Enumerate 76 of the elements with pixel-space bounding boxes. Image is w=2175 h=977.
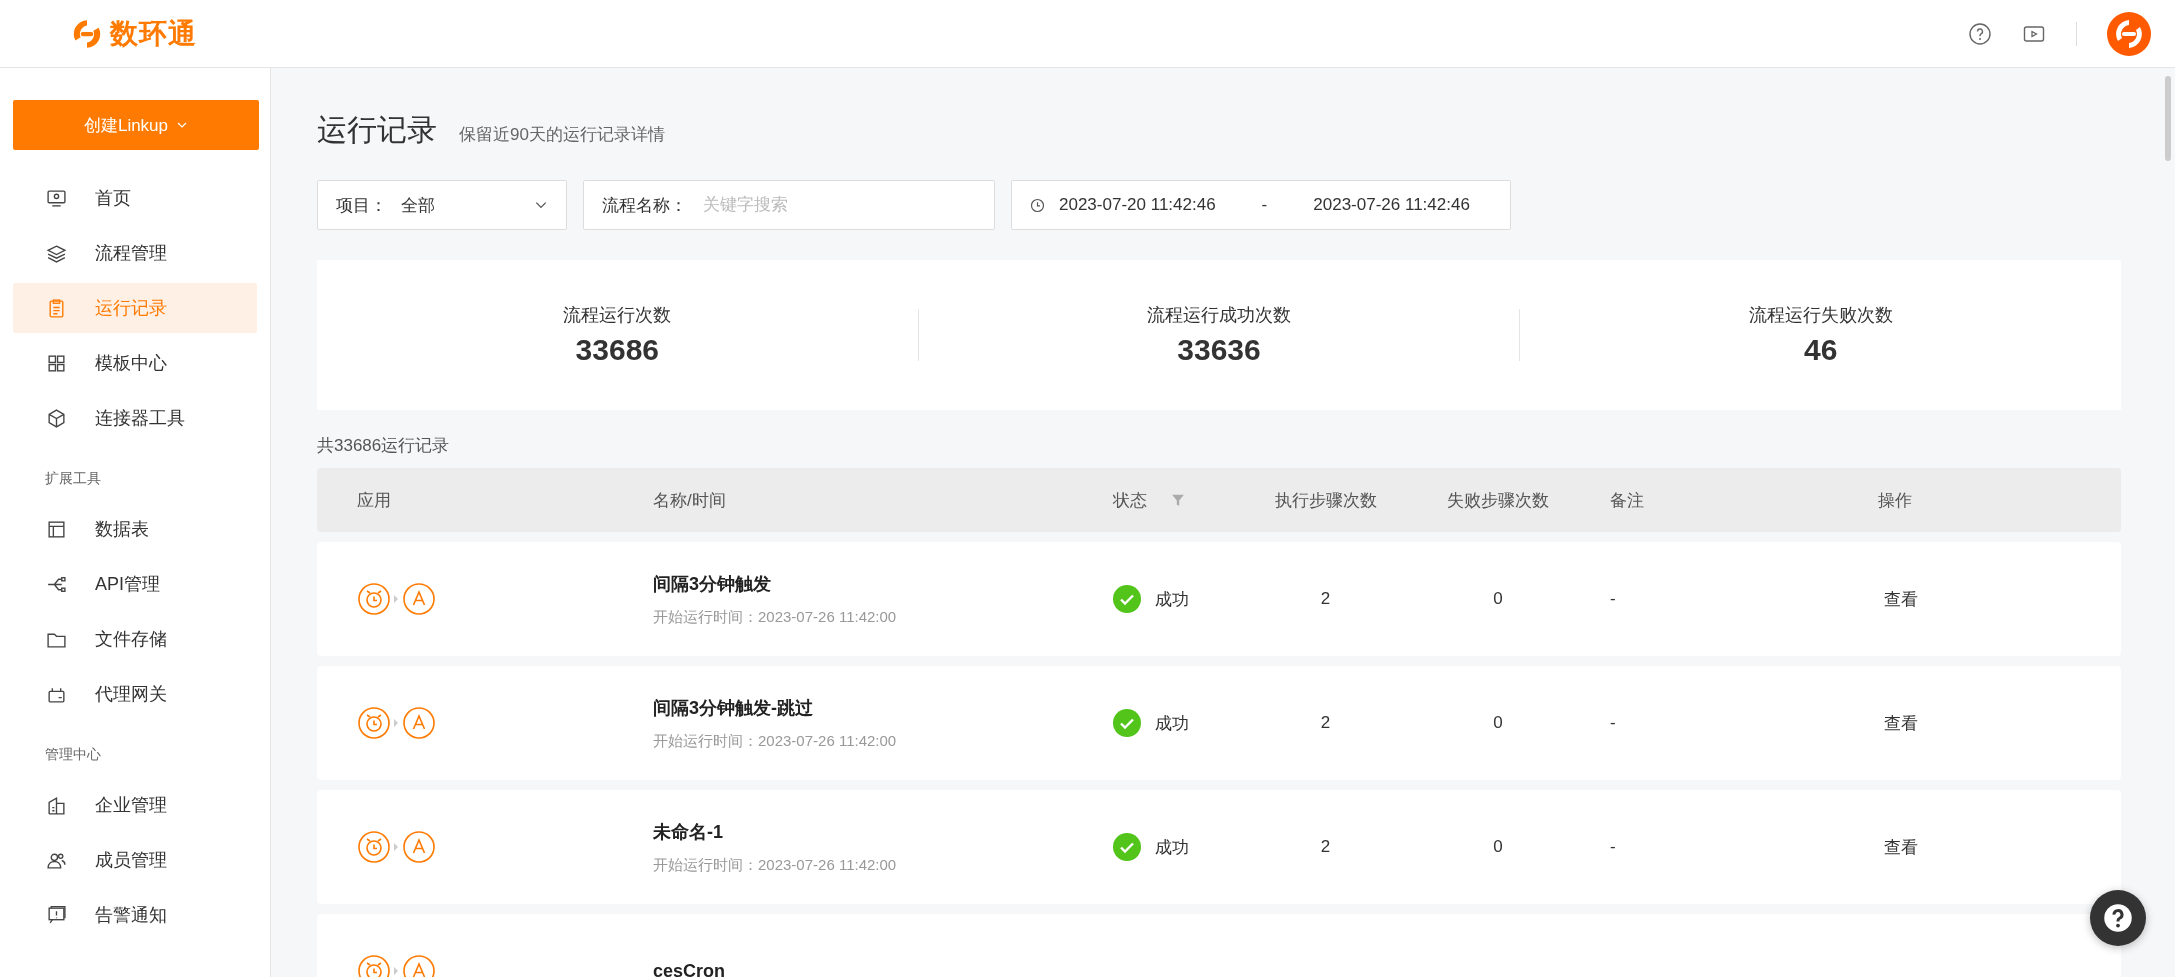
page-title: 运行记录 xyxy=(317,112,437,148)
flow-name: cesCron xyxy=(653,960,726,977)
stat-label: 流程运行成功次数 xyxy=(1147,304,1291,327)
help-button[interactable] xyxy=(2090,890,2146,946)
app-flow-icon xyxy=(357,829,437,865)
alert-message-icon xyxy=(46,904,67,926)
page-subtitle: 保留近90天的运行记录详情 xyxy=(459,124,665,146)
table-cell: 0 xyxy=(1493,589,1503,609)
help-icon[interactable] xyxy=(1968,21,1992,46)
column-header: 失败步骤次数 xyxy=(1447,489,1549,512)
app-flow-icon xyxy=(357,581,437,617)
search-field[interactable]: 流程名称： 关键字搜索 xyxy=(583,180,995,230)
sidebar-item[interactable]: 成员管理 xyxy=(13,835,257,885)
sidebar-item[interactable]: 文件存储 xyxy=(13,614,257,664)
flow-name: 未命名-1 xyxy=(653,820,723,844)
start-time: 开始运行时间：2023-07-26 11:42:00 xyxy=(653,855,897,875)
section-title: 管理中心 xyxy=(44,745,102,764)
table-icon xyxy=(46,518,67,540)
column-header: 操作 xyxy=(1878,489,1912,512)
column-header: 名称/时间 xyxy=(653,489,726,512)
stat-label: 流程运行失败次数 xyxy=(1748,304,1893,327)
building-icon xyxy=(46,794,67,816)
table-row[interactable]: cesCron xyxy=(317,914,2121,977)
view-link[interactable]: 查看 xyxy=(1884,711,1918,735)
sidebar-item[interactable]: 模板中心 xyxy=(13,338,257,388)
stat-value: 33636 xyxy=(1177,333,1261,367)
sidebar-item[interactable]: 代理网关 xyxy=(13,669,257,719)
sidebar-item[interactable]: 首页 xyxy=(13,173,257,223)
table-cell: 2 xyxy=(1320,837,1331,857)
field-label: 流程名称： xyxy=(602,194,687,217)
section-title: 扩展工具 xyxy=(44,469,102,488)
status-text: 成功 xyxy=(1155,836,1189,859)
stat-label: 流程运行次数 xyxy=(563,304,672,327)
flow-name: 间隔3分钟触发 xyxy=(653,572,771,596)
date-range-picker[interactable]: 2023-07-20 11:42:46 - 2023-07-26 11:42:46 xyxy=(1011,180,1511,230)
view-link[interactable]: 查看 xyxy=(1884,835,1918,859)
record-count: 共33686运行记录 xyxy=(317,435,451,457)
table-cell: 0 xyxy=(1493,837,1503,857)
monitor-icon xyxy=(46,187,67,209)
view-link[interactable]: 查看 xyxy=(1884,587,1918,611)
column-header: 应用 xyxy=(357,489,391,512)
cube-icon xyxy=(46,407,67,429)
table-row[interactable]: 间隔3分钟触发 开始运行时间：2023-07-26 11:42:00 成功 2 0 - 查看 xyxy=(317,542,2121,656)
sidebar-item[interactable]: 告警通知 xyxy=(13,890,257,940)
sidebar-item[interactable]: API管理 xyxy=(13,559,257,609)
sidebar-item[interactable]: 数据表 xyxy=(13,504,257,554)
app-flow-icon xyxy=(357,705,437,741)
layers-icon xyxy=(46,242,67,264)
table-cell: - xyxy=(1610,713,1616,733)
start-time: 开始运行时间：2023-07-26 11:42:00 xyxy=(653,607,897,627)
flow-name: 间隔3分钟触发-跳过 xyxy=(653,696,813,720)
sidebar-item[interactable]: 流程管理 xyxy=(13,228,257,278)
table-cell: 0 xyxy=(1493,713,1503,733)
table-cell: 2 xyxy=(1320,713,1331,733)
table-cell: - xyxy=(1610,837,1616,857)
clock-icon xyxy=(1030,197,1045,213)
column-header: 备注 xyxy=(1610,489,1644,512)
column-header: 状态 xyxy=(1113,489,1147,512)
avatar-icon[interactable] xyxy=(2107,11,2151,56)
brand-name: 数环通 xyxy=(110,16,197,51)
help-icon xyxy=(2103,903,2133,933)
status-text: 成功 xyxy=(1155,588,1189,611)
sidebar-item[interactable]: 企业管理 xyxy=(13,780,257,830)
search-input[interactable]: 关键字搜索 xyxy=(701,194,976,216)
stat-value: 46 xyxy=(1804,333,1838,367)
table-row[interactable]: 间隔3分钟触发-跳过 开始运行时间：2023-07-26 11:42:00 成功 2 0 - 查看 xyxy=(317,666,2121,780)
table-row[interactable]: 未命名-1 开始运行时间：2023-07-26 11:42:00 成功 2 0 - 查看 xyxy=(317,790,2121,904)
table-cell: 2 xyxy=(1320,589,1331,609)
column-header: 执行步骤次数 xyxy=(1274,489,1377,512)
start-time: 开始运行时间：2023-07-26 11:42:00 xyxy=(653,731,897,751)
status-text: 成功 xyxy=(1155,712,1189,735)
table-cell: - xyxy=(1610,589,1616,609)
project-select[interactable]: 项目： 全部 xyxy=(317,180,567,230)
sidebar-item[interactable]: 连接器工具 xyxy=(13,393,257,443)
stat-value: 33686 xyxy=(575,333,660,367)
grid-icon xyxy=(46,352,67,374)
